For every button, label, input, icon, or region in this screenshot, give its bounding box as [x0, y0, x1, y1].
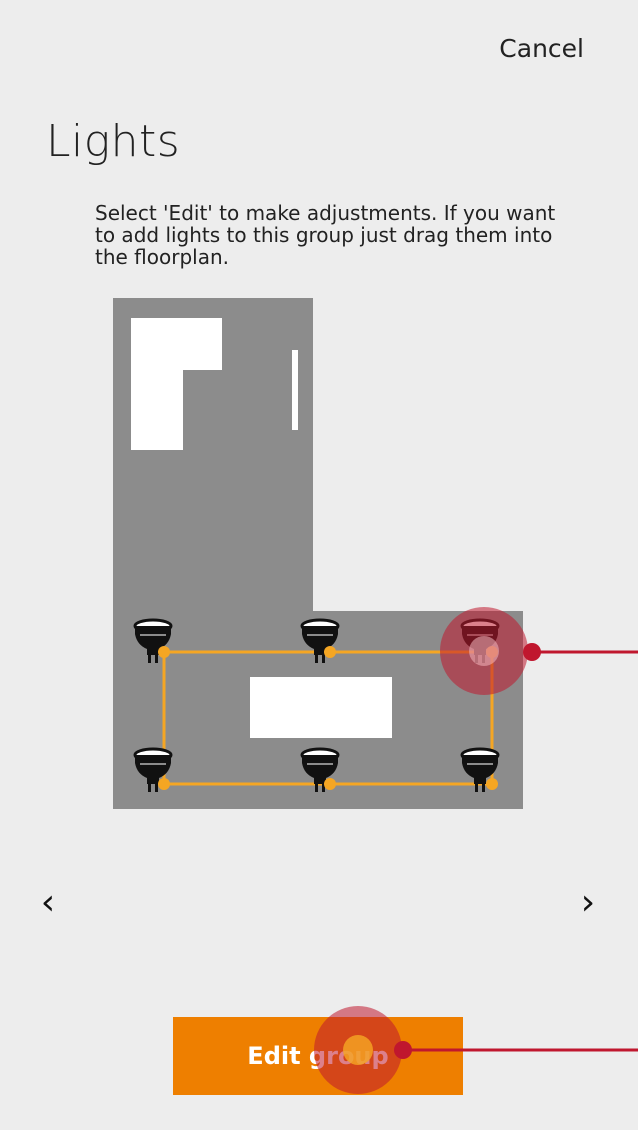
group-handle: [324, 778, 336, 790]
furniture-table: [250, 677, 392, 738]
group-handle: [324, 646, 336, 658]
group-handle: [486, 646, 498, 658]
group-handle: [158, 646, 170, 658]
group-handle: [486, 778, 498, 790]
group-handle: [158, 778, 170, 790]
next-arrow-icon[interactable]: ›: [568, 878, 608, 926]
floorplan[interactable]: [0, 0, 638, 1130]
previous-arrow-icon[interactable]: ‹: [28, 878, 68, 926]
furniture-bar: [292, 350, 298, 430]
edit-group-button[interactable]: Edit group: [173, 1017, 463, 1095]
